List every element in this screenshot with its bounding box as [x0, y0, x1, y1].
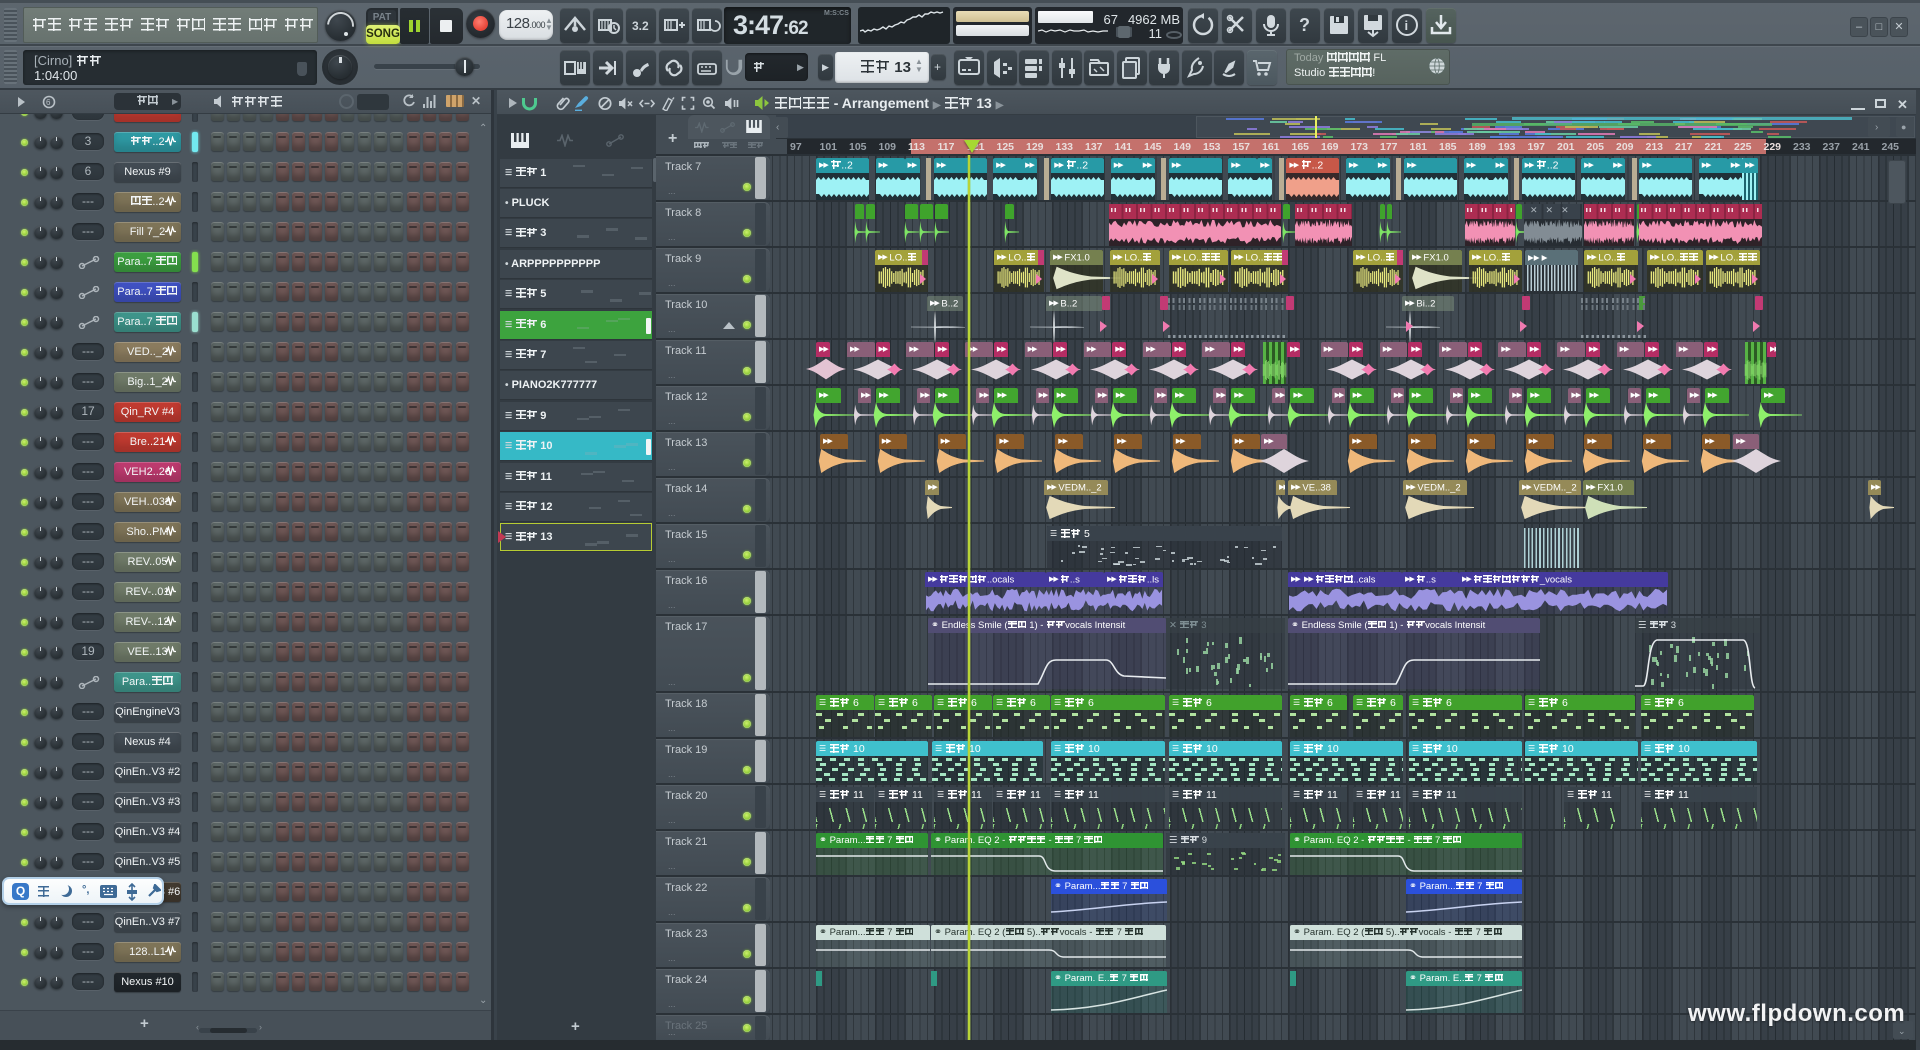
svg-text:i: i — [1405, 18, 1409, 33]
svg-text:?: ? — [1299, 15, 1310, 35]
svg-text:3.2: 3.2 — [632, 19, 649, 33]
svg-text:6: 6 — [46, 98, 51, 107]
